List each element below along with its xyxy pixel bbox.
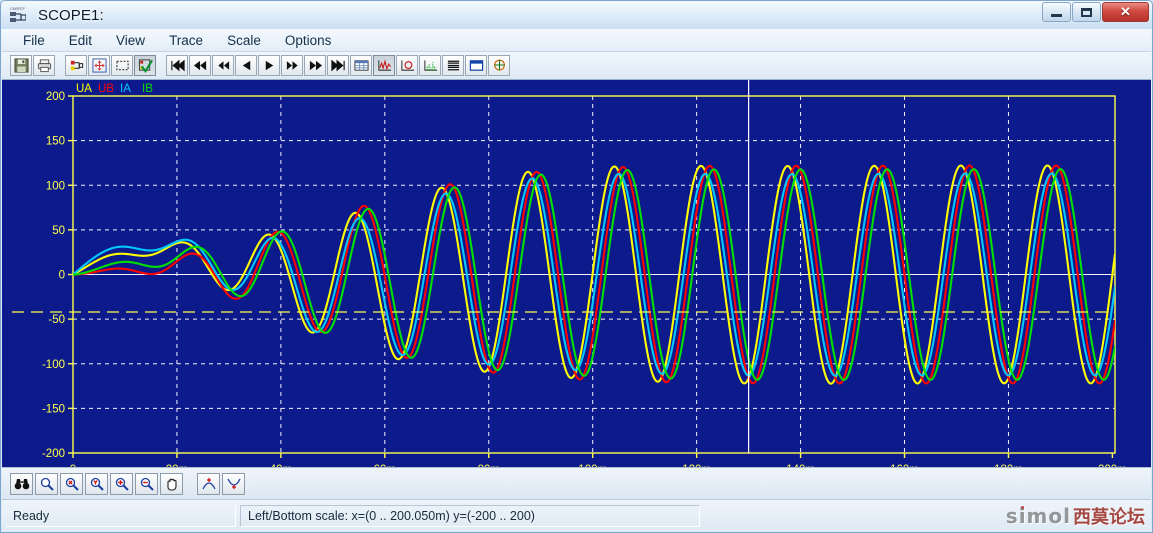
menu-bar: File Edit View Trace Scale Options (2, 29, 1151, 52)
title-bar[interactable]: CNSPCF SCOPE1: ✕ (1, 1, 1152, 29)
main-toolbar (2, 52, 1151, 80)
menu-file[interactable]: File (12, 31, 56, 50)
menu-scale[interactable]: Scale (216, 31, 272, 50)
curve-min-marker-icon[interactable] (222, 472, 245, 495)
zoom-area-icon[interactable] (35, 472, 58, 495)
step-back-icon[interactable] (235, 55, 257, 76)
zoom-toolbar (2, 467, 1151, 499)
scope-app-icon: CNSPCF (9, 6, 31, 26)
find-binoculars-icon[interactable] (10, 472, 33, 495)
y-tick-label: -150 (42, 403, 65, 415)
fast-forward-icon[interactable] (304, 55, 326, 76)
y-tick-label: 50 (52, 225, 65, 237)
zoom-out-icon[interactable] (135, 472, 158, 495)
watermark-chinese: 西莫论坛 (1073, 507, 1145, 527)
move-crosshair-icon[interactable] (88, 55, 110, 76)
skip-first-icon[interactable] (166, 55, 188, 76)
print-icon[interactable] (33, 55, 55, 76)
watermark-latin: simol (1005, 504, 1071, 528)
waveform-chart: 200150100500-50-100-150-200020m40m60m80m… (2, 80, 1151, 467)
maximize-button[interactable] (1072, 2, 1101, 22)
waveform-plot-icon[interactable] (373, 55, 395, 76)
legend-item-ua: UA (76, 83, 92, 95)
skip-last-icon[interactable] (327, 55, 349, 76)
status-ready-text: Ready (6, 505, 236, 527)
y-tick-label: -200 (42, 448, 65, 460)
close-button[interactable]: ✕ (1102, 2, 1149, 22)
grid-table-icon[interactable] (350, 55, 372, 76)
minimize-button[interactable] (1042, 2, 1071, 22)
bar-plot-icon[interactable] (419, 55, 441, 76)
zoom-y-icon[interactable] (85, 472, 108, 495)
scope-plot-area[interactable]: 200150100500-50-100-150-200020m40m60m80m… (2, 80, 1151, 467)
window-view-icon[interactable] (465, 55, 487, 76)
menu-edit[interactable]: Edit (58, 31, 103, 50)
rewind-icon[interactable] (212, 55, 234, 76)
zoom-in-icon[interactable] (110, 472, 133, 495)
y-tick-label: 0 (59, 270, 65, 282)
apply-check-icon[interactable] (134, 55, 156, 76)
y-tick-label: 150 (46, 136, 65, 148)
y-tick-label: 200 (46, 91, 65, 103)
watermark: simol 西莫论坛 (1006, 502, 1145, 530)
zoom-x-icon[interactable] (60, 472, 83, 495)
curve-max-marker-icon[interactable] (197, 472, 220, 495)
menu-trace[interactable]: Trace (158, 31, 214, 50)
save-icon[interactable] (10, 55, 32, 76)
menu-options[interactable]: Options (274, 31, 343, 50)
trace-select-icon[interactable] (65, 55, 87, 76)
play-icon[interactable] (258, 55, 280, 76)
y-tick-label: -100 (42, 359, 65, 371)
pan-hand-icon[interactable] (160, 472, 183, 495)
window-controls: ✕ (1042, 2, 1149, 22)
target-icon[interactable] (488, 55, 510, 76)
legend-item-ia: IA (120, 83, 131, 95)
legend-item-ub: UB (98, 83, 114, 95)
y-tick-label: -50 (48, 314, 65, 326)
list-view-icon[interactable] (442, 55, 464, 76)
page-title: SCOPE1: (38, 6, 104, 24)
y-tick-label: 100 (46, 180, 65, 192)
xy-plot-icon[interactable] (396, 55, 418, 76)
scope-window: CNSPCF SCOPE1: ✕ File Edit View Trace Sc… (0, 0, 1153, 533)
status-scale-text: Left/Bottom scale: x=(0 .. 200.050m) y=(… (240, 505, 700, 527)
legend-item-ib: IB (142, 83, 153, 95)
status-bar: Ready Left/Bottom scale: x=(0 .. 200.050… (2, 499, 1151, 532)
rewind-fast-icon[interactable] (189, 55, 211, 76)
marquee-select-icon[interactable] (111, 55, 133, 76)
forward-icon[interactable] (281, 55, 303, 76)
menu-view[interactable]: View (105, 31, 156, 50)
